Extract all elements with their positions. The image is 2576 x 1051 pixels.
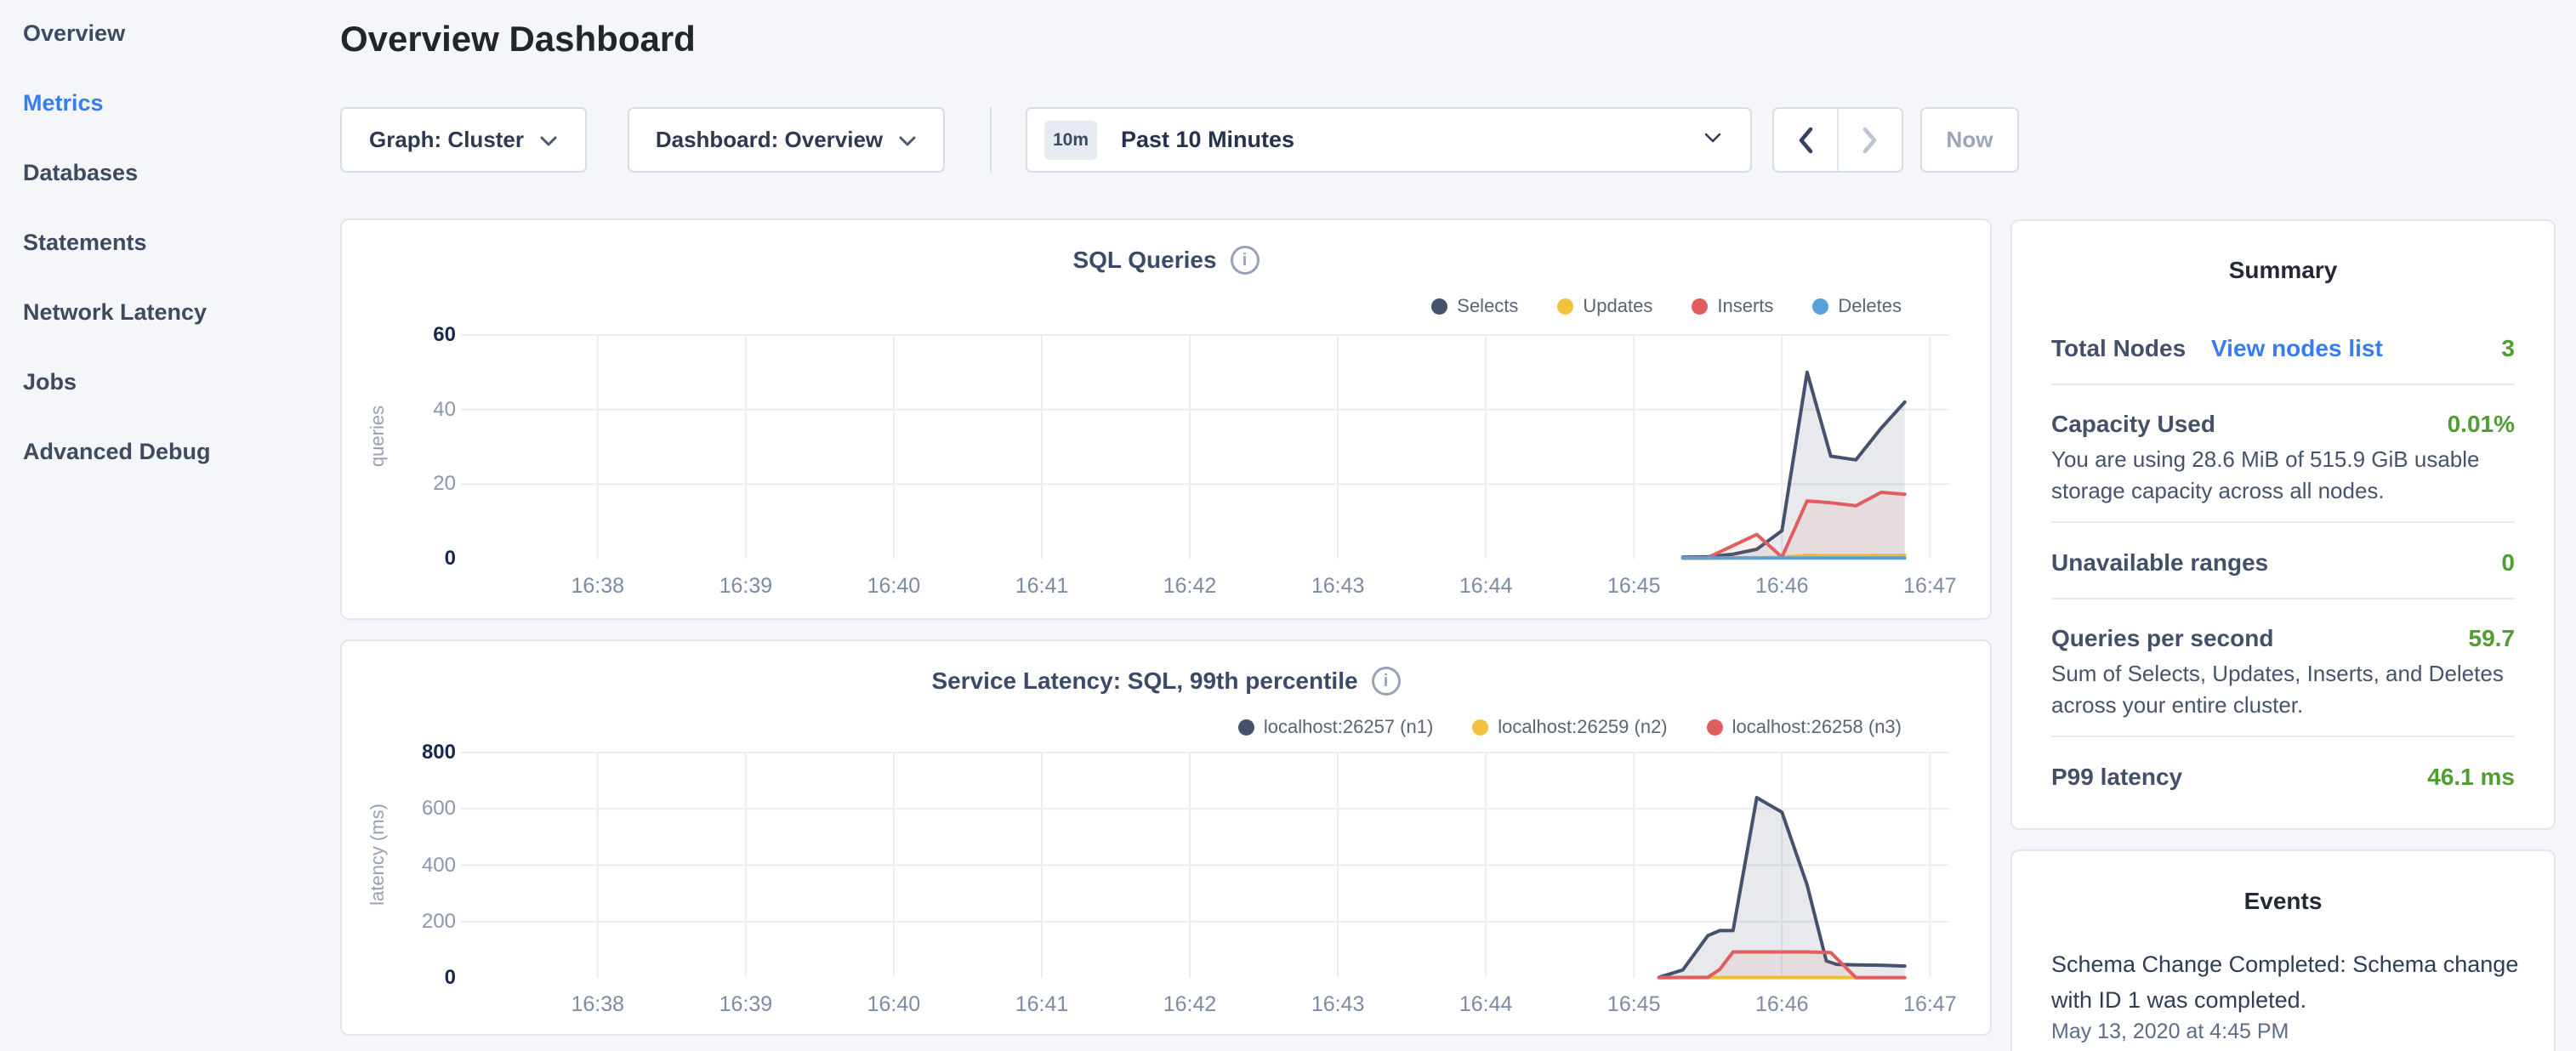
x-axis-tick-label: 16:47 <box>1870 573 1989 599</box>
y-axis-unit-label: latency (ms) <box>367 761 389 948</box>
sidebar-item-network-latency[interactable]: Network Latency <box>23 299 312 325</box>
chevron-down-icon <box>898 127 917 153</box>
time-step-buttons <box>1772 107 1903 173</box>
y-axis-tick-label: 60 <box>378 322 456 348</box>
queries-per-second-description: Sum of Selects, Updates, Inserts, and De… <box>2051 658 2523 721</box>
time-range-label: Past 10 Minutes <box>1121 127 1704 153</box>
capacity-used-description: You are using 28.6 MiB of 515.9 GiB usab… <box>2051 444 2523 507</box>
summary-divider <box>2051 598 2515 599</box>
service-latency-chart-panel: Service Latency: SQL, 99th percentileilo… <box>340 639 1992 1036</box>
x-axis-tick-label: 16:45 <box>1574 573 1693 599</box>
sidebar-nav: OverviewMetricsDatabasesStatementsNetwor… <box>23 20 312 508</box>
x-axis-tick-label: 16:43 <box>1278 991 1397 1017</box>
y-axis-tick-label: 0 <box>378 546 456 571</box>
capacity-used-value: 0.01% <box>2448 411 2515 438</box>
event-timestamp: May 13, 2020 at 4:45 PM <box>2051 1020 2289 1044</box>
x-axis-tick-label: 16:39 <box>686 573 805 599</box>
x-axis-tick-label: 16:45 <box>1574 991 1693 1017</box>
y-axis-tick-label: 0 <box>378 965 456 991</box>
total-nodes-value: 3 <box>2501 335 2515 362</box>
x-axis-tick-label: 16:38 <box>538 573 657 599</box>
x-axis-tick-label: 16:44 <box>1426 991 1545 1017</box>
graph-dropdown-label: Graph: Cluster <box>369 127 524 153</box>
summary-divider <box>2051 736 2515 737</box>
x-axis-tick-label: 16:41 <box>982 573 1101 599</box>
x-axis-tick-label: 16:46 <box>1722 991 1841 1017</box>
y-axis-tick-label: 20 <box>378 471 456 497</box>
now-button-label: Now <box>1947 127 1993 153</box>
y-axis-tick-label: 40 <box>378 397 456 423</box>
capacity-used-label: Capacity Used <box>2051 411 2215 438</box>
view-nodes-list-link[interactable]: View nodes list <box>2211 335 2383 362</box>
queries-per-second-value: 59.7 <box>2469 625 2516 652</box>
events-panel: Events Schema Change Completed: Schema c… <box>2010 849 2556 1051</box>
x-axis-tick-label: 16:44 <box>1426 573 1545 599</box>
sidebar-item-statements[interactable]: Statements <box>23 230 312 255</box>
x-axis-tick-label: 16:47 <box>1870 991 1989 1017</box>
page-title: Overview Dashboard <box>340 19 696 60</box>
sidebar-item-jobs[interactable]: Jobs <box>23 369 312 395</box>
event-message: Schema Change Completed: Schema change w… <box>2051 946 2528 1018</box>
chart-plot-area[interactable] <box>342 220 1993 622</box>
unavailable-ranges-value: 0 <box>2501 549 2515 577</box>
y-axis-tick-label: 600 <box>378 796 456 821</box>
p99-latency-label: P99 latency <box>2051 764 2182 791</box>
graph-dropdown[interactable]: Graph: Cluster <box>340 107 587 173</box>
y-axis-tick-label: 400 <box>378 853 456 878</box>
summary-divider <box>2051 383 2515 385</box>
total-nodes-label: Total Nodes <box>2051 335 2186 362</box>
x-axis-tick-label: 16:40 <box>834 573 953 599</box>
x-axis-tick-label: 16:42 <box>1130 573 1249 599</box>
controls-divider <box>990 107 992 173</box>
y-axis-unit-label: queries <box>367 343 389 530</box>
x-axis-tick-label: 16:40 <box>834 991 953 1017</box>
controls-bar: Graph: Cluster Dashboard: Overview 10m P… <box>0 107 2576 173</box>
db-console-page: OverviewMetricsDatabasesStatementsNetwor… <box>0 0 2576 1051</box>
x-axis-tick-label: 16:39 <box>686 991 805 1017</box>
sidebar-item-overview[interactable]: Overview <box>23 20 312 46</box>
time-back-button[interactable] <box>1774 109 1839 171</box>
chevron-down-icon <box>1704 133 1721 148</box>
x-axis-tick-label: 16:46 <box>1722 573 1841 599</box>
x-axis-tick-label: 16:41 <box>982 991 1101 1017</box>
chart-plot-area[interactable] <box>342 641 1993 1037</box>
sidebar-item-advanced-debug[interactable]: Advanced Debug <box>23 439 312 464</box>
unavailable-ranges-label: Unavailable ranges <box>2051 549 2268 577</box>
summary-divider <box>2051 521 2515 523</box>
time-range-badge: 10m <box>1044 121 1097 160</box>
summary-title: Summary <box>2012 257 2554 284</box>
sql-queries-chart-panel: SQL QueriesiSelectsUpdatesInsertsDeletes… <box>340 219 1992 620</box>
queries-per-second-label: Queries per second <box>2051 625 2273 652</box>
x-axis-tick-label: 16:43 <box>1278 573 1397 599</box>
chevron-down-icon <box>539 127 558 153</box>
x-axis-tick-label: 16:42 <box>1130 991 1249 1017</box>
y-axis-tick-label: 200 <box>378 909 456 935</box>
dashboard-dropdown[interactable]: Dashboard: Overview <box>628 107 945 173</box>
x-axis-tick-label: 16:38 <box>538 991 657 1017</box>
summary-panel: Summary Total Nodes View nodes list 3 Ca… <box>2010 219 2556 830</box>
dashboard-dropdown-label: Dashboard: Overview <box>656 127 883 153</box>
time-forward-button[interactable] <box>1839 109 1902 171</box>
now-button[interactable]: Now <box>1920 107 2019 173</box>
time-range-dropdown[interactable]: 10m Past 10 Minutes <box>1026 107 1752 173</box>
y-axis-tick-label: 800 <box>378 740 456 765</box>
events-title: Events <box>2012 888 2554 915</box>
p99-latency-value: 46.1 ms <box>2427 764 2515 791</box>
